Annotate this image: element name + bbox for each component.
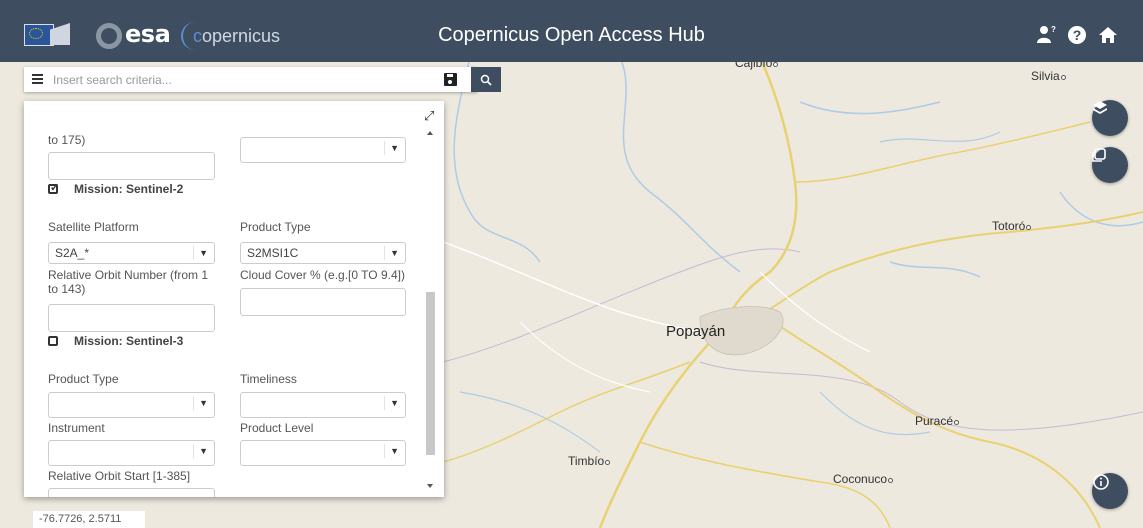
select-value: S2A_*	[55, 246, 90, 260]
checkbox-unchecked-icon[interactable]	[48, 336, 58, 346]
scroll-up-arrow-icon[interactable]	[427, 131, 433, 135]
search-bar	[24, 67, 501, 92]
relative-orbit-start-field[interactable]	[48, 488, 215, 497]
product-type-select[interactable]: ▼	[48, 392, 215, 418]
user-help-icon[interactable]: ?	[1035, 24, 1057, 46]
place-label: Timbío	[568, 454, 611, 468]
relative-orbit-number-field[interactable]	[48, 304, 215, 332]
scrollbar-thumb[interactable]	[426, 292, 435, 455]
relative-orbit-number-label: Relative Orbit Number (from 1 to 143)	[48, 268, 209, 296]
chevron-down-icon: ▼	[390, 398, 399, 408]
cloud-cover-label: Cloud Cover % (e.g.[0 TO 9.4])	[240, 268, 405, 282]
satellite-platform-select[interactable]: S2A_* ▼	[48, 242, 215, 264]
home-icon[interactable]	[1097, 24, 1119, 46]
select-dropdown[interactable]: ▼	[240, 137, 406, 163]
product-type-select[interactable]: S2MSI1C ▼	[240, 242, 406, 264]
menu-icon[interactable]	[32, 74, 43, 84]
top-navbar: esa c opernicus Copernicus Open Access Hu…	[0, 0, 1143, 62]
place-label: Silvia	[1031, 69, 1066, 83]
chevron-down-icon: ▼	[390, 446, 399, 456]
info-button[interactable]	[1092, 473, 1128, 509]
mission-label: Mission: Sentinel-3	[74, 334, 184, 348]
place-label: Cajibío	[735, 62, 779, 70]
chevron-down-icon: ▼	[199, 398, 208, 408]
save-icon[interactable]	[444, 73, 457, 86]
mission-label: Mission: Sentinel-2	[74, 182, 184, 196]
timeliness-select[interactable]: ▼	[240, 392, 406, 418]
chevron-down-icon: ▼	[390, 248, 399, 258]
european-commission-logo	[24, 24, 54, 46]
chevron-down-icon: ▼	[390, 143, 399, 153]
product-type-label: Product Type	[48, 372, 119, 386]
timeliness-label: Timeliness	[240, 372, 297, 386]
place-label: Coconuco	[833, 472, 894, 486]
esa-logo-text: esa	[125, 20, 171, 48]
svg-text:?: ?	[1051, 25, 1056, 34]
place-label: Puracé	[915, 414, 960, 428]
search-icon	[480, 74, 492, 86]
instrument-select[interactable]: ▼	[48, 440, 215, 466]
esa-logo-icon	[96, 23, 122, 49]
copernicus-logo: c opernicus	[181, 22, 290, 50]
svg-text:?: ?	[1073, 27, 1082, 43]
scroll-down-arrow-icon[interactable]	[427, 484, 433, 488]
product-level-label: Product Level	[240, 421, 314, 435]
cloud-cover-field[interactable]	[240, 288, 406, 316]
mission-sentinel-2-toggle[interactable]: Mission: Sentinel-2	[48, 181, 184, 196]
search-button[interactable]	[471, 67, 501, 92]
copernicus-logo-text: opernicus	[202, 25, 281, 46]
product-list-button[interactable]	[1092, 147, 1128, 183]
place-label: Totoró	[992, 219, 1032, 233]
relative-orbit-start-label: Relative Orbit Start [1-385]	[48, 469, 191, 483]
product-type-label: Product Type	[240, 220, 311, 234]
chevron-down-icon: ▼	[199, 248, 208, 258]
layers-button[interactable]	[1092, 100, 1128, 136]
select-value: S2MSI1C	[247, 246, 299, 260]
satellite-platform-label: Satellite Platform	[48, 220, 139, 234]
instrument-label: Instrument	[48, 421, 105, 435]
mission-sentinel-3-toggle[interactable]: Mission: Sentinel-3	[48, 334, 183, 348]
checkbox-checked-icon[interactable]	[48, 181, 59, 194]
place-label-city: Popayán	[666, 323, 726, 340]
info-icon	[1093, 474, 1109, 490]
layers-icon	[1093, 101, 1107, 114]
help-icon[interactable]: ?	[1066, 24, 1088, 46]
list-icon	[1092, 148, 1106, 162]
relative-orbit-label: to 175)	[48, 133, 86, 147]
relative-orbit-field[interactable]	[48, 152, 215, 180]
search-input[interactable]	[53, 70, 433, 89]
app-title: Copernicus Open Access Hub	[438, 24, 705, 46]
product-level-select[interactable]: ▼	[240, 440, 406, 466]
advanced-search-panel: ⤢ to 175) ▼ Mission: Sentinel-2 Satellit…	[24, 101, 444, 497]
chevron-down-icon: ▼	[199, 446, 208, 456]
mouse-coordinates: -76.7726, 2.5711	[33, 511, 145, 528]
expand-icon[interactable]: ⤢	[424, 108, 434, 124]
